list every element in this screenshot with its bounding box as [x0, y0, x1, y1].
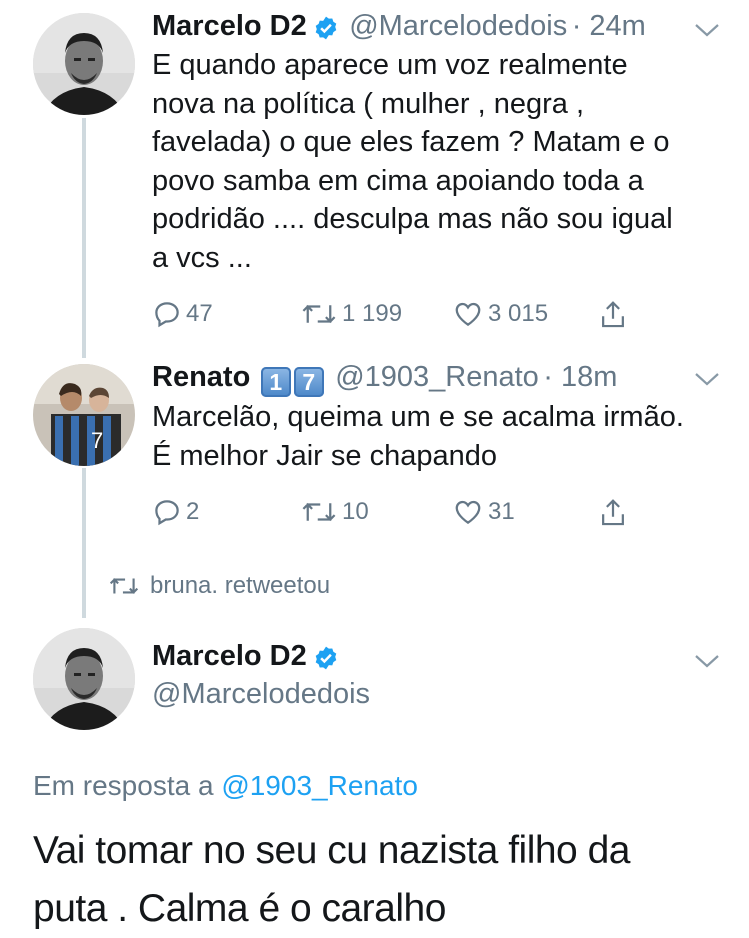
tweet3-handle[interactable]: @Marcelodedois — [152, 678, 370, 711]
like-button[interactable]: 3 015 — [452, 299, 548, 329]
tweet2-time[interactable]: · 18m — [543, 361, 617, 393]
reply-context-prefix: Em resposta a — [33, 770, 214, 801]
tweet1-line: a vcs ... — [152, 241, 252, 274]
tweet1-line: podridão .... desculpa mas não sou igual — [152, 203, 673, 235]
like-count: 31 — [488, 498, 515, 525]
like-button[interactable]: 31 — [452, 497, 515, 527]
verified-icon — [313, 15, 339, 46]
tweet1-header: Marcelo D2 @Marcelodedois · 24m — [152, 10, 646, 46]
keycap-one-emoji: 1 — [260, 366, 291, 397]
tweet1-name[interactable]: Marcelo D2 — [152, 10, 307, 42]
tweet2-header: Renato 17 @1903_Renato · 18m — [152, 361, 617, 397]
avatar-renato-image: 7 — [33, 364, 135, 466]
retweet-icon — [302, 304, 336, 324]
tweet3-text: Vai tomar no seu cu nazista filho da put… — [33, 822, 733, 938]
retweet-icon — [109, 578, 139, 594]
tweet3-name[interactable]: Marcelo D2 — [152, 640, 307, 672]
tweet3-header: Marcelo D2 — [152, 640, 339, 676]
tweet1-line: favelada) o que eles fazem ? Matam e o — [152, 126, 670, 158]
chevron-down-icon[interactable] — [694, 371, 720, 387]
heart-icon — [455, 302, 481, 326]
thread-line-2 — [82, 468, 86, 618]
retweet-count: 1 199 — [342, 300, 403, 327]
tweet1-text: E quando aparece um voz realmente nova n… — [152, 46, 732, 277]
reply-icon — [155, 500, 179, 526]
tweet2-handle[interactable]: @1903_Renato — [335, 361, 539, 393]
tweet1-line: povo samba em cima apoiando toda a — [152, 164, 644, 197]
tweet2-name[interactable]: Renato — [152, 361, 250, 393]
retweet-button[interactable]: 10 — [300, 497, 369, 527]
retweet-button[interactable]: 1 199 — [300, 299, 402, 329]
reply-context: Em resposta a @1903_Renato — [33, 770, 418, 802]
tweet2-line: É melhor Jair se chapando — [152, 439, 497, 472]
avatar-marcelo-image — [33, 628, 135, 730]
reply-button[interactable]: 47 — [152, 299, 213, 329]
share-icon — [602, 301, 624, 328]
retweet-context-label: bruna. retweetou — [150, 572, 331, 599]
keycap-seven-emoji: 7 — [293, 366, 324, 397]
thread-line-1 — [82, 118, 86, 358]
reply-count: 47 — [186, 300, 213, 327]
reply-to-link[interactable]: @1903_Renato — [221, 770, 418, 801]
chevron-down-icon[interactable] — [694, 653, 720, 669]
tweet1-handle[interactable]: @Marcelodedois — [349, 10, 567, 42]
reply-count: 2 — [186, 498, 200, 525]
tweet2-text: Marcelão, queima um e se acalma irmão. É… — [152, 398, 732, 475]
avatar-renato[interactable]: 7 — [33, 364, 135, 466]
like-count: 3 015 — [488, 300, 549, 327]
svg-text:7: 7 — [91, 428, 103, 453]
tweet3-line: Vai tomar no seu cu nazista filho da — [33, 829, 630, 872]
retweet-count: 10 — [342, 498, 369, 525]
reply-button[interactable]: 2 — [152, 497, 199, 527]
tweet1-line: E quando aparece um voz realmente — [152, 49, 628, 81]
heart-icon — [455, 500, 481, 524]
tweet1-time[interactable]: · 24m — [572, 10, 646, 42]
tweet3-line: puta . Calma é o caralho — [33, 887, 446, 930]
retweet-icon — [302, 502, 336, 522]
share-button[interactable] — [598, 497, 632, 529]
tweet1-line: nova na política ( mulher , negra , — [152, 87, 585, 120]
avatar-marcelo[interactable] — [33, 13, 135, 115]
avatar-marcelo-image — [33, 13, 135, 115]
reply-icon — [155, 302, 179, 328]
share-button[interactable] — [598, 299, 632, 331]
retweet-context[interactable]: bruna. retweetou — [108, 572, 330, 600]
share-icon — [602, 499, 624, 526]
chevron-down-icon[interactable] — [694, 22, 720, 38]
tweet2-line: Marcelão, queima um e se acalma irmão. — [152, 401, 684, 433]
avatar-marcelo[interactable] — [33, 628, 135, 730]
verified-icon — [313, 645, 339, 676]
